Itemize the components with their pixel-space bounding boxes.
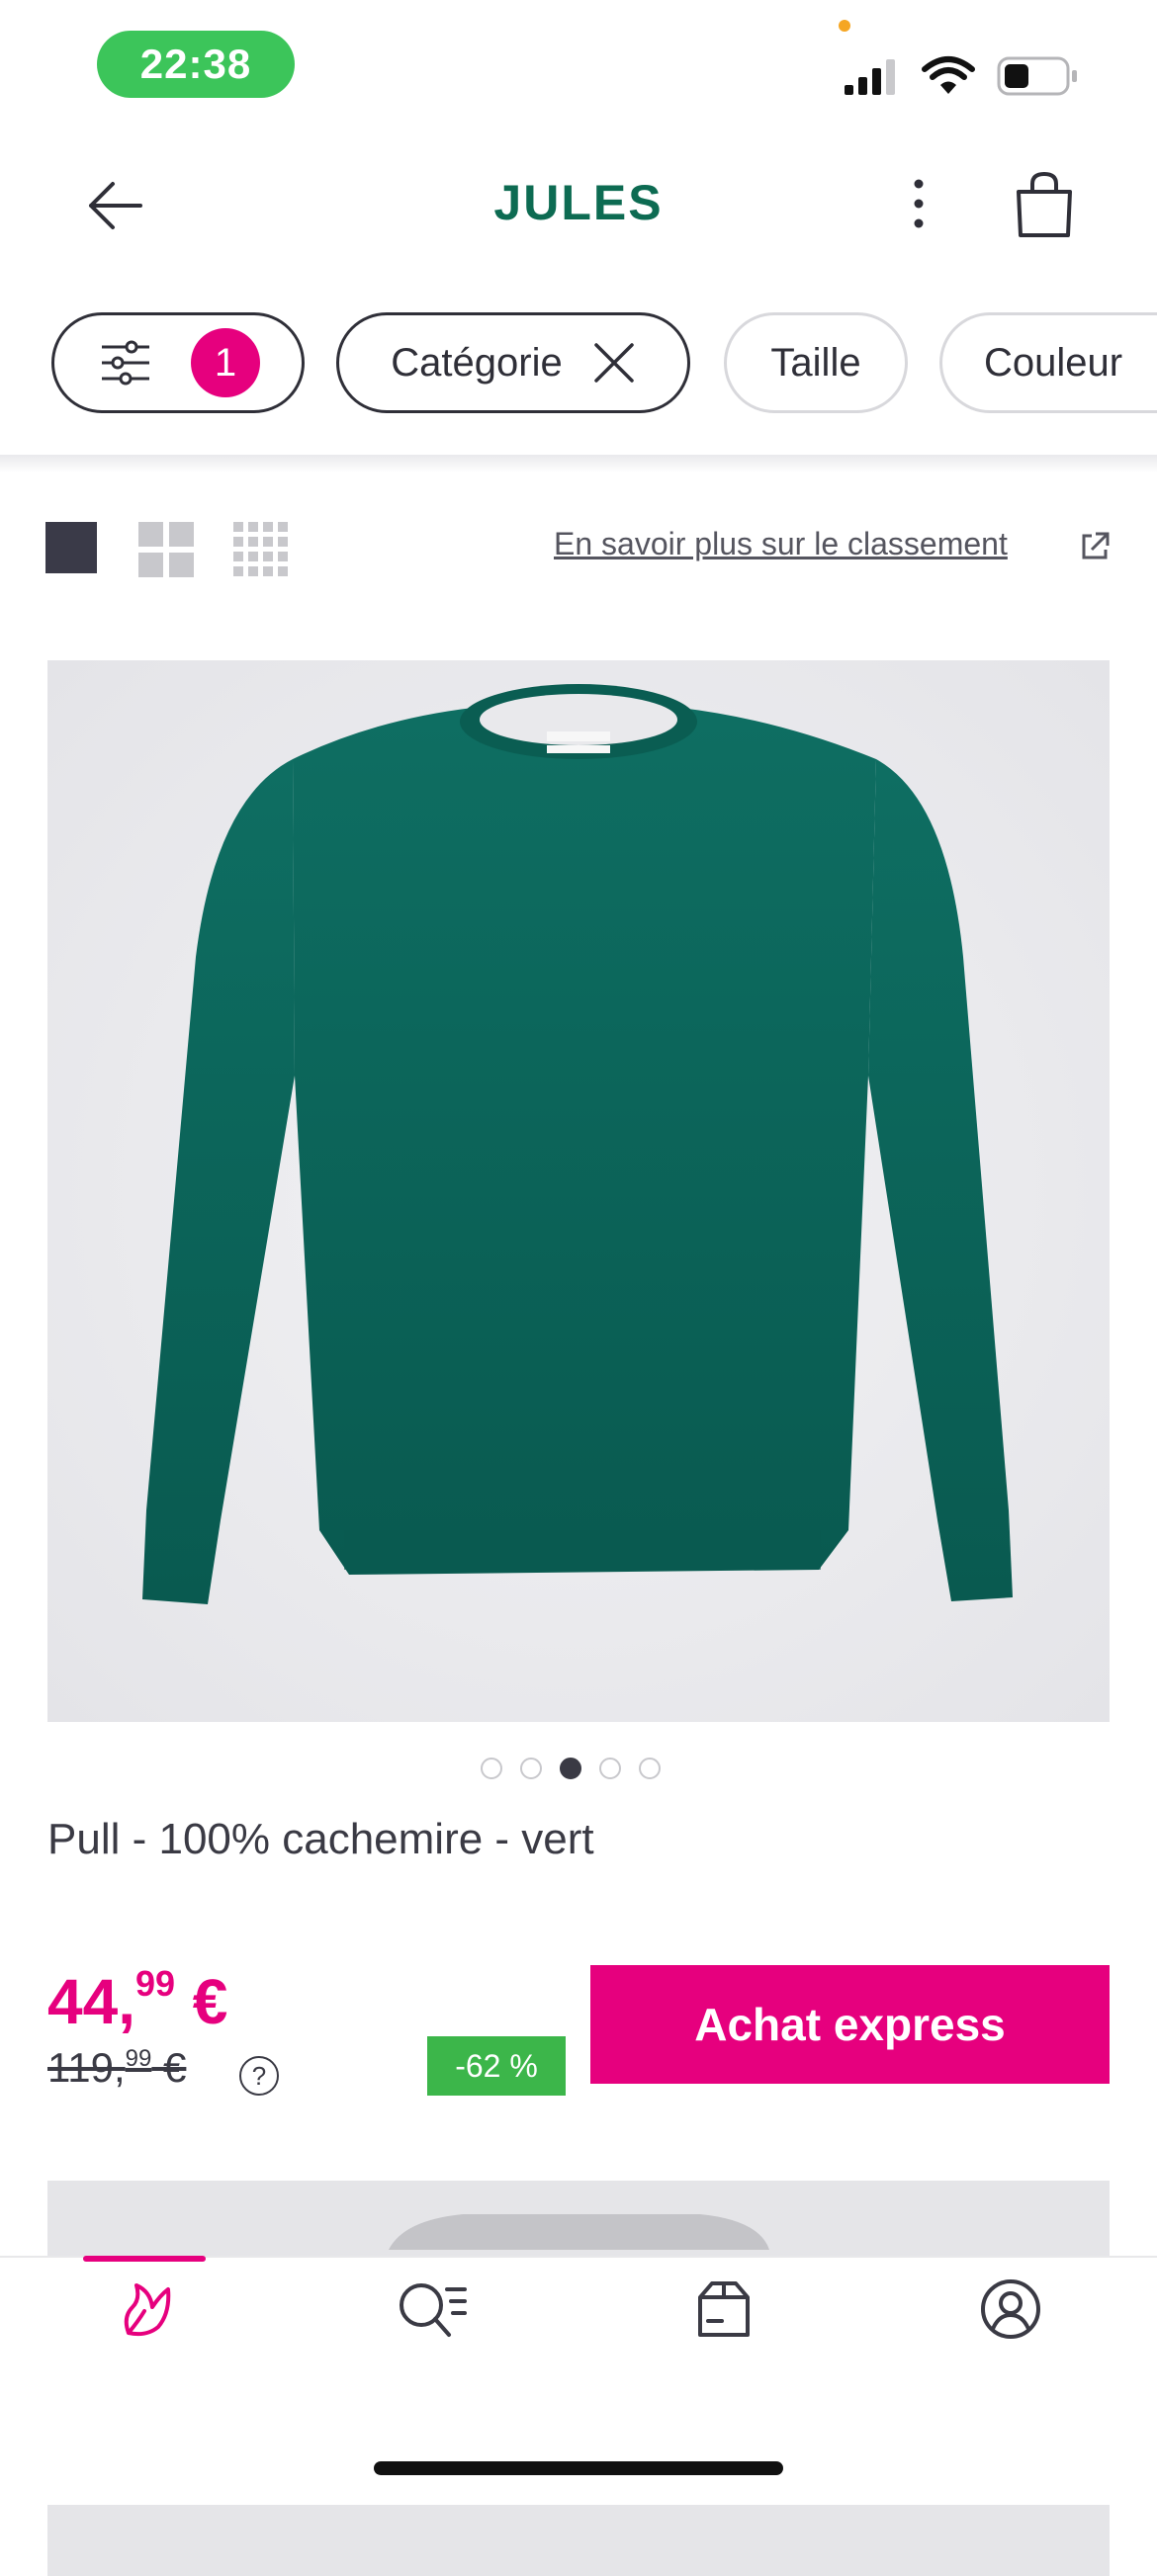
grid-4-column-icon[interactable] [233, 522, 289, 577]
account-icon[interactable] [979, 2277, 1042, 2341]
product-title[interactable]: Pull - 100% cachemire - vert [47, 1815, 594, 1864]
product-image[interactable] [47, 660, 1110, 1722]
home-indicator-bar [374, 2461, 783, 2475]
search-list-icon[interactable] [396, 2277, 469, 2341]
discount-badge: -62 % [427, 2036, 566, 2096]
filter-count-badge: 1 [191, 328, 260, 397]
status-time: 22:38 [97, 31, 295, 98]
cellular-signal-icon [845, 59, 895, 95]
carousel-dot[interactable] [599, 1758, 621, 1779]
image-carousel-dots[interactable] [481, 1758, 661, 1779]
back-arrow-icon[interactable] [83, 176, 146, 235]
battery-icon [997, 56, 1077, 96]
price-main: 44, [47, 1966, 135, 2037]
chip-category-label: Catégorie [391, 340, 563, 385]
carousel-dot[interactable] [639, 1758, 661, 1779]
chip-color[interactable]: Couleur [939, 312, 1157, 413]
wifi-icon [922, 56, 975, 94]
current-price: 44,99 € [47, 1963, 227, 2038]
old-price-currency: € [151, 2044, 187, 2091]
grid-2-column-icon[interactable] [138, 522, 194, 577]
privacy-indicator-dot [839, 20, 850, 32]
chip-size-label: Taille [770, 340, 861, 385]
close-icon[interactable] [592, 341, 636, 385]
order-box-icon[interactable] [692, 2277, 756, 2341]
home-icon[interactable] [115, 2277, 178, 2341]
price-cents: 99 [134, 1963, 176, 2004]
next-product-image-top [389, 2214, 769, 2250]
chip-size[interactable]: Taille [724, 312, 908, 413]
more-options-icon[interactable] [904, 178, 934, 229]
learn-more-ranking-link[interactable]: En savoir plus sur le classement [554, 526, 1008, 562]
sweater-illustration [142, 684, 1013, 1604]
filter-bar-shadow [0, 455, 1157, 472]
grid-1-column-icon[interactable] [45, 522, 97, 573]
chip-color-label: Couleur [984, 340, 1123, 385]
old-price: 119,99 € [47, 2044, 186, 2092]
shopping-bag-icon[interactable] [1013, 170, 1076, 241]
old-price-cents: 99 [125, 2045, 152, 2072]
sliders-icon [102, 340, 149, 386]
brand-logo[interactable]: JULES [430, 174, 727, 231]
express-buy-button[interactable]: Achat express [590, 1965, 1110, 2084]
carousel-dot[interactable] [520, 1758, 542, 1779]
price-currency: € [175, 1966, 228, 2037]
price-help-icon[interactable]: ? [239, 2056, 279, 2096]
nav-active-indicator [83, 2256, 206, 2262]
carousel-dot-active[interactable] [560, 1758, 581, 1779]
external-link-icon[interactable] [1078, 530, 1112, 563]
carousel-dot[interactable] [481, 1758, 502, 1779]
filters-button[interactable]: 1 [51, 312, 305, 413]
chip-category[interactable]: Catégorie [336, 312, 690, 413]
old-price-main: 119, [47, 2044, 126, 2091]
